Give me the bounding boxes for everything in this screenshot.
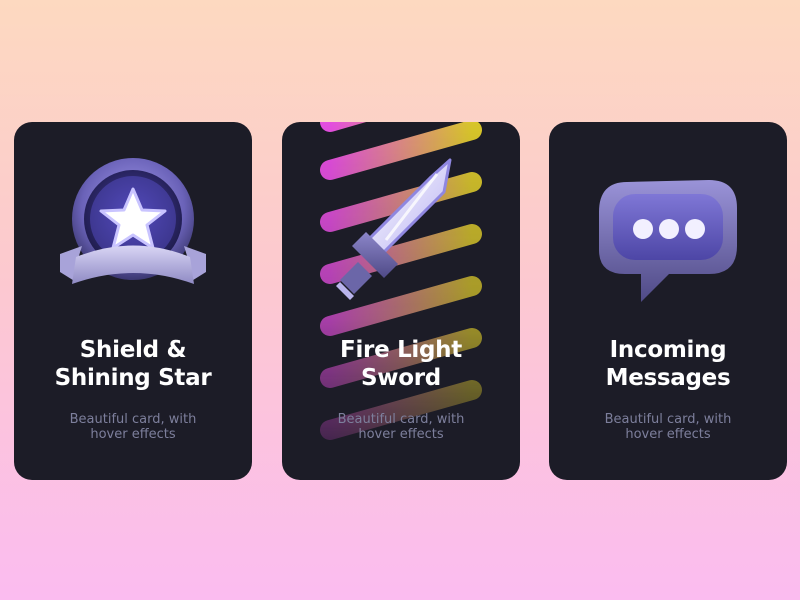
card-subtitle: Beautiful card, with hover effects xyxy=(337,412,465,442)
card-title: Fire Light Sword xyxy=(340,337,462,391)
card-shield-star[interactable]: Shield & Shining Star Beautiful card, wi… xyxy=(14,122,252,480)
card-fire-light-sword[interactable]: Fire Light Sword Beautiful card, with ho… xyxy=(282,122,520,480)
chat-bubble-icon xyxy=(549,122,787,322)
card-title: Shield & Shining Star xyxy=(54,337,212,391)
card-subtitle: Beautiful card, with hover effects xyxy=(69,412,197,442)
shield-star-icon xyxy=(14,122,252,322)
card-incoming-messages[interactable]: Incoming Messages Beautiful card, with h… xyxy=(549,122,787,480)
card-subtitle: Beautiful card, with hover effects xyxy=(604,412,732,442)
card-title: Incoming Messages xyxy=(605,337,731,391)
sword-icon xyxy=(282,122,520,322)
